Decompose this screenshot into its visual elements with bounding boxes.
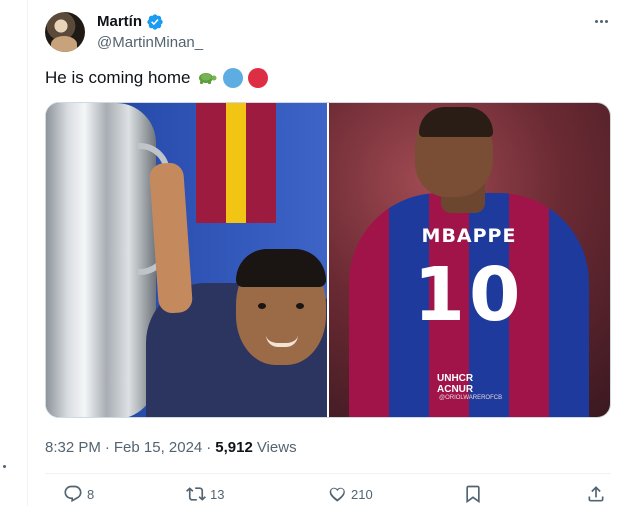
photo-watermark: @ORIOLWAREROFCB — [439, 395, 503, 401]
author-handle[interactable]: @MartinMinan_ — [97, 33, 203, 53]
author-name-row: Martín — [97, 12, 164, 32]
child-hair — [236, 249, 326, 287]
tweet-text: He is coming home — [45, 66, 268, 90]
like-count: 210 — [351, 486, 373, 502]
heart-icon — [329, 487, 345, 502]
tweet-meta: 8:32 PM · Feb 15, 2024 · 5,912 Views — [45, 438, 297, 458]
trophy-graphic — [46, 103, 170, 417]
reply-button[interactable]: 8 — [63, 484, 94, 504]
reply-count: 8 — [87, 486, 95, 502]
photo-child-with-trophy[interactable] — [46, 103, 327, 417]
bookmark-icon — [466, 485, 480, 504]
tweet-card[interactable]: Martín @MartinMinan_ He is coming home M… — [28, 0, 624, 506]
timeline-dot — [3, 465, 6, 468]
tweet-text-body: He is coming home — [45, 68, 191, 87]
avatar[interactable] — [45, 12, 85, 52]
action-bar: 8 13 210 — [45, 484, 611, 506]
share-icon — [588, 486, 604, 502]
flag-stripe — [196, 103, 226, 223]
flag-stripe — [246, 103, 276, 223]
share-button[interactable] — [586, 484, 606, 504]
meta-separator: · — [104, 439, 110, 456]
bookmark-button[interactable] — [463, 484, 483, 504]
flag-stripe — [226, 103, 246, 223]
child-eye — [296, 303, 304, 309]
views-label: Views — [256, 439, 297, 456]
jersey-sponsor-line1: UNHCR — [437, 373, 474, 384]
reply-icon — [64, 485, 82, 503]
player-hair — [419, 107, 493, 137]
jersey-number: 10 — [413, 252, 525, 338]
jersey-sponsor-line2: ACNUR — [437, 384, 474, 395]
repost-icon — [186, 487, 206, 501]
meta-separator: · — [206, 439, 212, 456]
media-grid: MBAPPE 10 UNHCR ACNUR @ORIOLWAREROFCB — [45, 102, 611, 418]
red-circle-emoji-icon — [247, 68, 268, 88]
display-name[interactable]: Martín — [97, 12, 142, 32]
child-eye — [258, 303, 266, 309]
jersey-name: MBAPPE — [421, 225, 517, 247]
more-options-icon[interactable] — [590, 10, 612, 32]
blue-circle-emoji-icon — [222, 68, 243, 88]
photo-player-jersey[interactable]: MBAPPE 10 UNHCR ACNUR @ORIOLWAREROFCB — [329, 103, 610, 417]
verified-badge-icon[interactable] — [146, 13, 164, 31]
like-button[interactable]: 210 — [327, 484, 373, 504]
views-count: 5,912 — [215, 439, 253, 456]
tweet-date[interactable]: Feb 15, 2024 — [114, 438, 202, 458]
repost-count: 13 — [210, 486, 225, 502]
repost-button[interactable]: 13 — [186, 484, 224, 504]
tweet-time[interactable]: 8:32 PM — [45, 438, 101, 458]
divider — [45, 473, 611, 474]
turtle-emoji-icon — [198, 73, 217, 84]
jersey-sponsor: UNHCR ACNUR — [437, 373, 517, 395]
